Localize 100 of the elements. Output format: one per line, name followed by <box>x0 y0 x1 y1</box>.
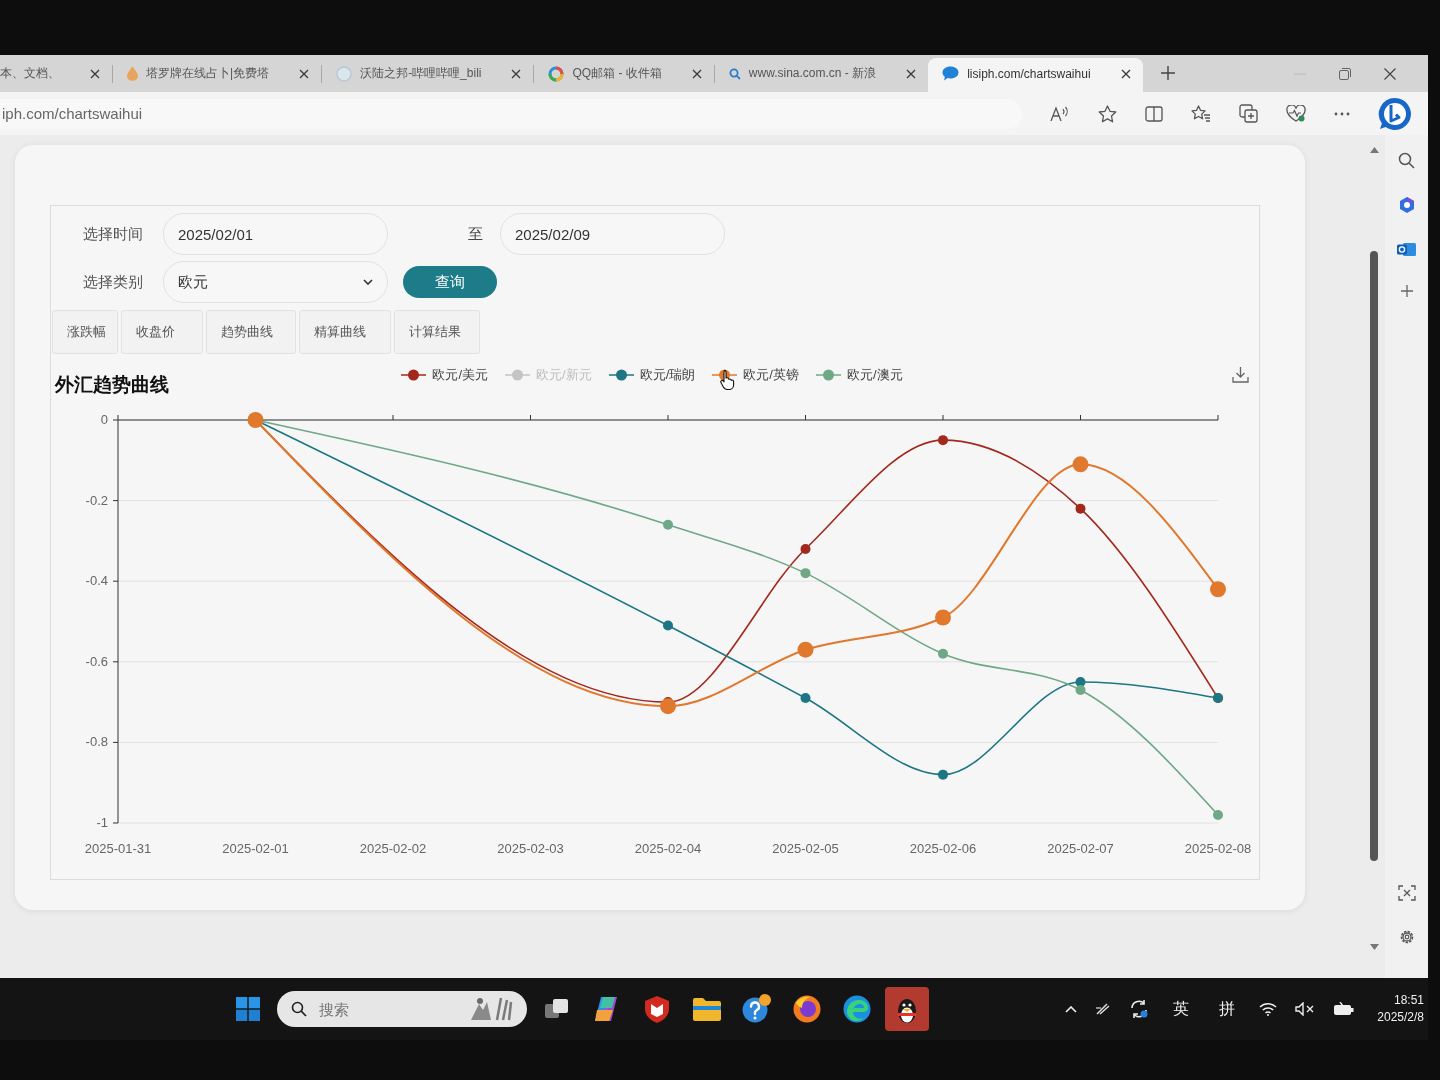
range-separator: 至 <box>468 224 484 244</box>
point <box>1075 503 1086 514</box>
search-field[interactable]: 搜索 <box>317 999 457 1019</box>
view-tab[interactable]: 涨跌幅 <box>52 310 118 354</box>
circle-icon <box>336 65 353 82</box>
scroll-up-icon[interactable] <box>1369 147 1379 153</box>
chevron-down-icon <box>363 279 373 285</box>
field-label: 选择时间 <box>83 224 144 244</box>
axis-label: -0.4 <box>85 573 108 589</box>
view-tab[interactable]: 计算结果 <box>394 310 480 354</box>
input-indicator[interactable]: 英 <box>1173 998 1190 1020</box>
search-icon[interactable] <box>1398 152 1415 169</box>
collections-icon[interactable] <box>1239 104 1258 123</box>
clock-time: 18:51 <box>1393 992 1424 1009</box>
mail-logo-icon[interactable] <box>1397 241 1416 258</box>
point <box>1075 685 1086 696</box>
close-icon[interactable] <box>511 68 522 79</box>
point <box>938 435 948 446</box>
hexagon-logo-icon[interactable] <box>1397 196 1416 214</box>
point <box>935 609 951 626</box>
battery-icon[interactable] <box>1333 1002 1356 1016</box>
browser-tab[interactable]: 本、文档、 <box>0 58 112 89</box>
diagonal-lines-icon[interactable] <box>1095 1002 1112 1016</box>
browser-tab[interactable]: www.sina.com.cn - 新浪 <box>714 58 929 89</box>
legend-item[interactable]: 欧元/澳元 <box>815 366 903 384</box>
category-select[interactable]: 欧元 <box>163 261 388 303</box>
scroll-thumb[interactable] <box>1370 251 1378 861</box>
close-icon[interactable] <box>906 68 917 79</box>
point <box>660 698 676 715</box>
chevron-up-icon[interactable] <box>1065 1005 1078 1013</box>
search-icon <box>728 67 741 80</box>
view-tab[interactable]: 收盘价 <box>121 310 203 354</box>
sync-icon[interactable] <box>1129 999 1150 1019</box>
field-label: 选择类别 <box>83 272 144 292</box>
start-icon[interactable] <box>236 997 260 1021</box>
date-field[interactable]: 2025/02/01 <box>163 213 388 255</box>
muted-speaker-icon[interactable] <box>1295 1002 1316 1016</box>
stacked-windows-icon[interactable] <box>545 998 569 1020</box>
scroll-down-icon[interactable] <box>1369 944 1379 950</box>
search-bar[interactable]: 搜索 <box>277 991 527 1027</box>
view-tab[interactable]: 精算曲线 <box>299 310 391 354</box>
query-button[interactable]: 查询 <box>403 266 497 298</box>
view-tab[interactable]: 趋势曲线 <box>206 310 296 354</box>
orb-logo-icon[interactable] <box>793 995 821 1023</box>
favorites-icon[interactable] <box>1191 104 1211 123</box>
axis-label: 2025-02-02 <box>359 841 427 856</box>
wifi-icon[interactable] <box>1259 1002 1278 1016</box>
plus-icon[interactable] <box>1400 285 1413 297</box>
screenshot-icon[interactable] <box>1397 885 1416 901</box>
point <box>1210 581 1226 598</box>
point <box>1072 456 1089 473</box>
date-field[interactable]: 2025/02/09 <box>500 213 725 255</box>
close-icon[interactable] <box>1120 68 1131 79</box>
point <box>797 641 814 658</box>
axis-label: 2025-02-03 <box>497 841 564 856</box>
browser-tab[interactable]: lisiph.com/chartswaihui <box>928 58 1143 92</box>
shield-icon[interactable] <box>645 995 669 1023</box>
point <box>1213 809 1223 820</box>
download-icon[interactable] <box>1232 365 1249 383</box>
axis-label: -0.8 <box>85 734 108 750</box>
search-icon <box>291 1001 307 1017</box>
read-aloud-icon[interactable] <box>1050 105 1070 122</box>
ring-logo-icon <box>548 65 565 82</box>
address-field[interactable]: iph.com/chartswaihui <box>0 98 1022 129</box>
axis-label: 2025-02-01 <box>222 841 289 856</box>
close-icon[interactable] <box>299 68 310 79</box>
browser-tab[interactable]: QQ邮箱 - 收件箱 <box>534 58 714 89</box>
browser-tab[interactable]: 塔罗牌在线占卜|免费塔 <box>113 58 322 89</box>
folder-icon[interactable] <box>693 997 721 1021</box>
close-icon[interactable] <box>90 68 100 79</box>
axis-label: 2025-02-08 <box>1184 841 1252 856</box>
close-icon[interactable] <box>691 68 702 79</box>
star-icon[interactable] <box>1098 104 1117 123</box>
more-icon[interactable] <box>1334 111 1350 116</box>
legend-item[interactable]: 欧元/英镑 <box>712 366 799 384</box>
restore-icon[interactable] <box>1339 67 1351 80</box>
split-screen-icon[interactable] <box>1145 105 1163 122</box>
plus-icon[interactable] <box>1160 66 1175 80</box>
point <box>663 620 673 631</box>
chat-bubble-icon <box>942 66 960 81</box>
axis-label: 2025-02-05 <box>772 841 839 856</box>
legend-item[interactable]: 欧元/瑞朗 <box>608 366 696 384</box>
axis-label: -1 <box>96 815 108 830</box>
point <box>663 519 673 530</box>
point <box>800 543 811 554</box>
heart-pulse-icon[interactable] <box>1286 104 1306 123</box>
browser-tab[interactable]: 沃陆之邦-哔哩哔哩_bili <box>322 58 534 89</box>
help-icon[interactable] <box>742 994 772 1024</box>
point <box>938 769 948 780</box>
point <box>800 568 811 579</box>
clock-date: 2025/2/8 <box>1377 1009 1424 1026</box>
penguin-icon[interactable] <box>885 987 929 1031</box>
drop-icon <box>127 66 138 81</box>
close-icon[interactable] <box>1384 67 1396 80</box>
input-indicator[interactable]: 拼 <box>1219 998 1236 1020</box>
axis-label: -0.2 <box>85 492 108 508</box>
legend-item[interactable]: 欧元/美元 <box>401 366 489 384</box>
bubble-logo-icon[interactable] <box>1378 96 1412 131</box>
axis-label: 2025-01-31 <box>84 841 152 856</box>
e-logo-icon[interactable] <box>843 995 871 1023</box>
